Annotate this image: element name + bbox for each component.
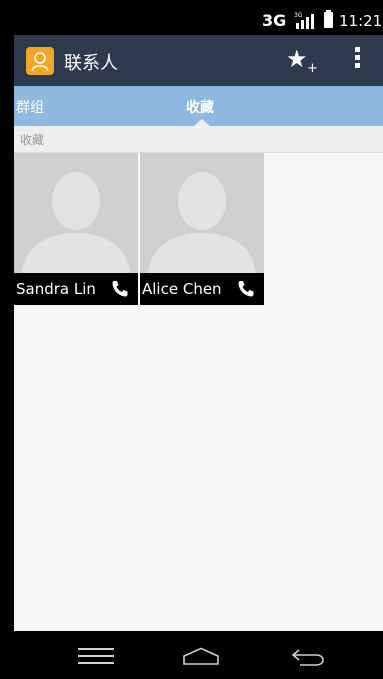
signal-label: 3G (294, 12, 303, 19)
menu-icon[interactable] (78, 648, 114, 664)
back-icon[interactable] (290, 647, 326, 667)
status-bar: 3G 3G 11:21 (14, 0, 383, 35)
clock: 11:21 (339, 12, 383, 30)
default-avatar-icon (14, 153, 138, 273)
section-header: 收藏 (14, 126, 383, 153)
contact-name: Alice Chen (142, 280, 222, 298)
add-favorite-button[interactable]: ★ + (284, 45, 320, 77)
signal-icon: 3G (294, 12, 314, 29)
contact-name-bar: Alice Chen (140, 273, 264, 305)
default-avatar-icon (140, 153, 264, 273)
phone-icon[interactable] (236, 279, 256, 299)
phone-icon[interactable] (110, 279, 130, 299)
battery-icon (324, 10, 333, 28)
section-title: 收藏 (20, 133, 45, 147)
contact-name-bar: Sandra Lin (14, 273, 138, 305)
favorite-contact-card[interactable]: Alice Chen (140, 153, 264, 305)
person-icon (31, 52, 49, 72)
favorite-contact-card[interactable]: Sandra Lin (14, 153, 138, 305)
contacts-app-icon[interactable] (26, 47, 54, 75)
network-type: 3G (262, 11, 287, 30)
overflow-menu-button[interactable] (352, 47, 362, 75)
tab-favorites[interactable]: 收藏 (186, 97, 214, 117)
tab-bar: 群组 收藏 (14, 86, 383, 126)
app-title: 联系人 (64, 53, 118, 74)
action-bar: 联系人 ★ + (14, 35, 383, 86)
tab-groups[interactable]: 群组 (16, 97, 44, 117)
home-icon[interactable] (182, 647, 220, 665)
contact-name: Sandra Lin (16, 280, 96, 298)
navigation-bar (14, 631, 383, 679)
selected-tab-indicator (194, 119, 210, 126)
star-plus-icon: ★ (286, 45, 308, 73)
contacts-screen: 3G 3G 11:21 联系人 ★ + 群组 收藏 收藏 Sandra Lin … (14, 0, 383, 679)
